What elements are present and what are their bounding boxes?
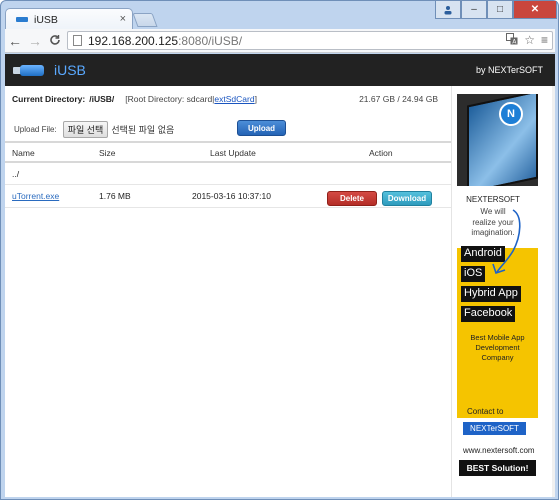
- upload-form: Upload File: 파일 선택 선택된 파일 없음 Upload: [14, 118, 444, 140]
- parent-directory-link[interactable]: ../: [12, 169, 19, 179]
- ad-chip-hybrid: Hybrid App: [461, 286, 521, 302]
- page-scrollbar[interactable]: [552, 86, 555, 497]
- ad-chip-ios: iOS: [461, 266, 486, 282]
- arrow-icon: [492, 209, 521, 275]
- forward-icon[interactable]: →: [25, 33, 45, 49]
- ad-best-line: Best Mobile App: [470, 333, 525, 342]
- ad-company-button[interactable]: NEXTerSOFT: [463, 422, 526, 435]
- table-header: Name Size Last Update Action: [5, 141, 451, 163]
- usb-logo-icon: [13, 65, 44, 76]
- upload-button[interactable]: Upload: [237, 120, 286, 136]
- ad-contact-text: Contact to: [467, 407, 504, 416]
- maximize-button[interactable]: □: [487, 1, 513, 19]
- usb-favicon-icon: [16, 17, 28, 22]
- parent-directory-row[interactable]: ../: [5, 163, 451, 185]
- ad-best-solution: BEST Solution!: [459, 460, 536, 476]
- close-window-button[interactable]: ✕: [513, 1, 557, 19]
- window-controls: – □ ✕: [435, 1, 557, 19]
- omnibox-icons: A ☆ ≡: [506, 33, 548, 48]
- url-path: :8080/iUSB/: [178, 33, 243, 48]
- file-manager: Current Directory: /iUSB/ [Root Director…: [5, 86, 451, 497]
- table-row: uTorrent.exe 1.76 MB 2015-03-16 10:37:10…: [5, 185, 451, 208]
- root-directory-suffix: ]: [254, 94, 257, 104]
- tab-strip: iUSB × – □ ✕: [1, 1, 559, 30]
- column-last-update: Last Update: [210, 148, 256, 158]
- file-table: Name Size Last Update Action ../ uTorren…: [5, 141, 451, 208]
- ext-sdcard-link[interactable]: extSdCard: [214, 94, 254, 104]
- minimize-button[interactable]: –: [461, 1, 487, 19]
- advertisement-banner[interactable]: N NEXTERSOFT We will realize your imagin…: [457, 94, 538, 476]
- ad-best-line: Development: [475, 343, 520, 352]
- translate-icon[interactable]: A: [506, 33, 518, 48]
- current-directory-value: /iUSB/: [89, 94, 115, 104]
- choose-file-button[interactable]: 파일 선택: [62, 120, 109, 138]
- storage-usage: 21.67 GB / 24.94 GB: [359, 94, 438, 104]
- no-file-selected-text: 선택된 파일 없음: [111, 124, 175, 135]
- new-tab-button[interactable]: [132, 13, 158, 27]
- file-name-link[interactable]: uTorrent.exe: [12, 191, 59, 201]
- tab-title: iUSB: [34, 13, 58, 26]
- download-button[interactable]: Download: [382, 191, 432, 206]
- ad-best-line: Company: [481, 353, 514, 362]
- page-icon: [73, 35, 82, 46]
- browser-window: iUSB × – □ ✕ ← → 192.168.200.125 :8080/i…: [0, 0, 559, 500]
- ad-chip-facebook: Facebook: [461, 306, 516, 322]
- nextersoft-badge-icon: N: [499, 102, 523, 126]
- ad-website[interactable]: www.nextersoft.com: [463, 446, 535, 455]
- web-page: iUSB by NEXTerSOFT Current Directory: /i…: [5, 54, 555, 497]
- directory-bar: Current Directory: /iUSB/ [Root Director…: [12, 94, 444, 104]
- user-icon[interactable]: [435, 1, 461, 19]
- file-size: 1.76 MB: [99, 191, 131, 201]
- menu-icon[interactable]: ≡: [541, 33, 548, 48]
- current-directory-label: Current Directory:: [12, 94, 86, 104]
- star-icon[interactable]: ☆: [524, 33, 535, 48]
- file-last-update: 2015-03-16 10:37:10: [192, 191, 271, 201]
- app-title: iUSB: [54, 62, 86, 78]
- browser-toolbar: ← → 192.168.200.125 :8080/iUSB/ A ☆ ≡: [5, 29, 555, 53]
- tab-close-icon[interactable]: ×: [120, 14, 126, 25]
- url-host: 192.168.200.125: [88, 33, 179, 48]
- root-directory-prefix: [Root Directory: sdcard: [125, 94, 213, 104]
- app-header: iUSB by NEXTerSOFT: [5, 54, 555, 86]
- ad-brand: NEXTERSOFT: [466, 195, 520, 204]
- upload-file-label: Upload File:: [14, 124, 57, 134]
- content-divider: [451, 86, 452, 497]
- phone-image: N: [457, 94, 538, 186]
- byline: by NEXTerSOFT: [475, 65, 543, 75]
- reload-icon[interactable]: [45, 33, 65, 49]
- address-bar[interactable]: 192.168.200.125 :8080/iUSB/ A ☆ ≡: [67, 31, 553, 50]
- delete-button[interactable]: Delete: [327, 191, 377, 206]
- column-action: Action: [369, 148, 393, 158]
- column-name: Name: [12, 148, 35, 158]
- column-size: Size: [99, 148, 116, 158]
- browser-tab[interactable]: iUSB ×: [5, 8, 133, 30]
- ad-best-company: Best Mobile App Development Company: [460, 333, 535, 363]
- back-icon[interactable]: ←: [5, 33, 25, 49]
